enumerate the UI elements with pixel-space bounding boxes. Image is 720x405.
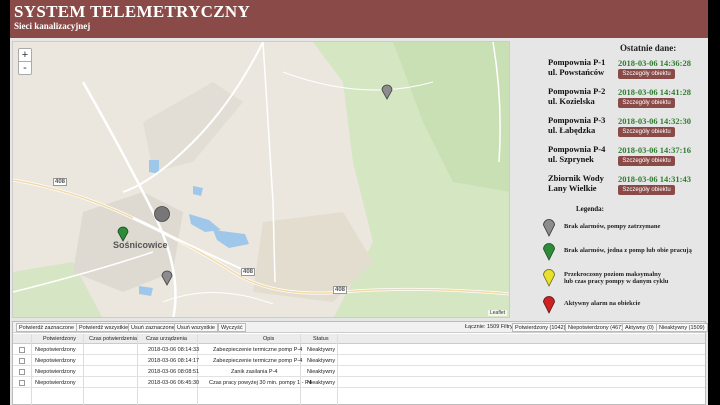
- row-checkbox[interactable]: [19, 358, 25, 364]
- details-button[interactable]: Szczegóły obiektu: [618, 127, 675, 137]
- cell-confirmed: Niepotwierdzony: [35, 358, 76, 364]
- station-entry: Pompownia P-4 ul. Szprynek 2018-03-06 14:…: [512, 144, 708, 172]
- table-row[interactable]: Niepotwierdzony 2018-03-06 08:14:33 Zabe…: [13, 345, 705, 355]
- station-marker-gray-icon[interactable]: [381, 84, 393, 100]
- station-time: 2018-03-06 14:37:16: [618, 145, 691, 155]
- app-title: SYSTEM TELEMETRYCZNY: [14, 2, 251, 21]
- road-number-badge: 408: [333, 286, 348, 294]
- zoom-in-button[interactable]: +: [18, 48, 32, 62]
- alarm-grid: Potwierdź zaznaczone Potwierdź wszystkie…: [12, 321, 708, 405]
- station-name: Pompownia P-1 ul. Powstańców: [548, 57, 606, 77]
- status-panel: Ostatnie dane: Pompownia P-1 ul. Powstańc…: [512, 41, 708, 318]
- gray-marker-icon: [543, 219, 555, 237]
- delete-selected-button[interactable]: Usuń zaznaczone: [128, 323, 178, 332]
- row-checkbox[interactable]: [19, 369, 25, 375]
- map-canvas: [13, 42, 509, 317]
- app-subtitle: Sieci kanalizacyjnej: [14, 21, 91, 31]
- legend-item: Przekroczony poziom maksymalny lub czas p…: [536, 267, 706, 289]
- legend-item: Aktywny alarm na obiekcie: [536, 294, 706, 316]
- yellow-marker-icon: [543, 269, 555, 287]
- details-button[interactable]: Szczegóły obiektu: [618, 185, 675, 195]
- filter-unconfirmed[interactable]: Niepotwierdzony (467): [565, 323, 627, 332]
- app-frame: SYSTEM TELEMETRYCZNY Sieci kanalizacyjne…: [10, 0, 708, 405]
- legend-text: Brak alarmów, jedna z pomp lub obie prac…: [564, 247, 692, 254]
- cell-confirmed: Niepotwierdzony: [35, 347, 76, 353]
- row-checkbox[interactable]: [19, 347, 25, 353]
- confirm-selected-button[interactable]: Potwierdź zaznaczone: [16, 323, 78, 332]
- filter-active[interactable]: Aktywny (0): [622, 323, 657, 332]
- road-number-badge: 408: [53, 178, 68, 186]
- red-marker-icon: [543, 296, 555, 314]
- grid-toolbar: Potwierdź zaznaczone Potwierdź wszystkie…: [13, 322, 708, 333]
- cell-confirmed: Niepotwierdzony: [35, 380, 76, 386]
- cell-status: Nieaktywny: [307, 369, 336, 375]
- details-button[interactable]: Szczegóły obiektu: [618, 69, 675, 79]
- green-marker-icon: [543, 243, 555, 261]
- cell-device-time: 2018-03-06 08:14:33: [148, 347, 200, 353]
- cluster-marker-icon[interactable]: [154, 206, 170, 224]
- station-entry: Pompownia P-3 ul. Łabędzka 2018-03-06 14:…: [512, 115, 708, 143]
- column-header[interactable]: Czas urządzenia: [146, 336, 187, 342]
- app-header: SYSTEM TELEMETRYCZNY Sieci kanalizacyjne…: [10, 0, 708, 38]
- station-time: 2018-03-06 14:32:30: [618, 116, 691, 126]
- cell-status: Nieaktywny: [307, 347, 336, 353]
- station-time: 2018-03-06 14:36:28: [618, 58, 691, 68]
- table-row[interactable]: Niepotwierdzony 2018-03-06 06:45:30 Czas…: [13, 378, 705, 388]
- details-button[interactable]: Szczegóły obiektu: [618, 156, 675, 166]
- station-time: 2018-03-06 14:41:28: [618, 87, 691, 97]
- details-button[interactable]: Szczegóły obiektu: [618, 98, 675, 108]
- map-view[interactable]: 408 408 408 Sośnicowice + - Leaflet: [12, 41, 510, 318]
- total-count: Łącznie: 1509 Filtry:: [465, 324, 515, 330]
- column-header[interactable]: Czas potwierdzenia: [89, 336, 137, 342]
- column-header[interactable]: Potwierdzony: [43, 336, 76, 342]
- table-row[interactable]: Niepotwierdzony 2018-03-06 08:14:17 Zabe…: [13, 356, 705, 366]
- delete-all-button[interactable]: Usuń wszystkie: [174, 323, 218, 332]
- station-name: Zbiornik Wody Lany Wielkie: [548, 173, 604, 193]
- zoom-out-button[interactable]: -: [18, 61, 32, 75]
- station-entry: Zbiornik Wody Lany Wielkie 2018-03-06 14:…: [512, 173, 708, 201]
- cell-description: Zabezpieczenie termiczne pomp P-4: [213, 358, 303, 364]
- station-marker-green-icon[interactable]: [117, 226, 129, 242]
- station-name: Pompownia P-4 ul. Szprynek: [548, 144, 606, 164]
- filter-inactive[interactable]: Nieaktywny (1509): [656, 323, 708, 332]
- row-checkbox[interactable]: [19, 380, 25, 386]
- cell-confirmed: Niepotwierdzony: [35, 369, 76, 375]
- table-row[interactable]: Niepotwierdzony 2018-03-06 08:08:51 Zani…: [13, 367, 705, 377]
- legend-text: Przekroczony poziom maksymalny lub czas p…: [564, 271, 669, 285]
- road-number-badge: 408: [241, 268, 256, 276]
- cell-device-time: 2018-03-06 08:14:17: [148, 358, 200, 364]
- cell-device-time: 2018-03-06 08:08:51: [148, 369, 200, 375]
- confirm-all-button[interactable]: Potwierdź wszystkie: [76, 323, 132, 332]
- legend-item: Brak alarmów, pompy zatrzymane: [536, 217, 706, 239]
- legend-text: Aktywny alarm na obiekcie: [564, 300, 641, 307]
- legend-text: Brak alarmów, pompy zatrzymane: [564, 223, 661, 230]
- station-entry: Pompownia P-2 ul. Kozielska 2018-03-06 14…: [512, 86, 708, 114]
- legend-title: Legenda:: [576, 205, 604, 213]
- panel-title: Ostatnie dane:: [620, 43, 677, 53]
- clear-button[interactable]: Wyczyść: [218, 323, 246, 332]
- cell-description: Zabezpieczenie termiczne pomp P-4: [213, 347, 303, 353]
- station-entry: Pompownia P-1 ul. Powstańców 2018-03-06 1…: [512, 57, 708, 85]
- grid-header: Potwierdzony Czas potwierdzenia Czas urz…: [13, 334, 705, 344]
- station-time: 2018-03-06 14:31:43: [618, 174, 691, 184]
- station-name: Pompownia P-2 ul. Kozielska: [548, 86, 606, 106]
- column-header[interactable]: Opis: [263, 336, 274, 342]
- station-marker-gray-icon[interactable]: [161, 270, 173, 286]
- cell-status: Nieaktywny: [307, 380, 336, 386]
- cell-description: Zanik zasilania P-4: [231, 369, 278, 375]
- cell-device-time: 2018-03-06 06:45:30: [148, 380, 200, 386]
- station-name: Pompownia P-3 ul. Łabędzka: [548, 115, 606, 135]
- filter-confirmed[interactable]: Potwierdzony (1042): [512, 323, 569, 332]
- map-attribution[interactable]: Leaflet: [487, 310, 507, 316]
- cell-status: Nieaktywny: [307, 358, 336, 364]
- column-header[interactable]: Status: [313, 336, 329, 342]
- cell-description: Czas pracy powyżej 30 min. pompy 1 - P4: [209, 380, 312, 386]
- legend-item: Brak alarmów, jedna z pomp lub obie prac…: [536, 241, 706, 263]
